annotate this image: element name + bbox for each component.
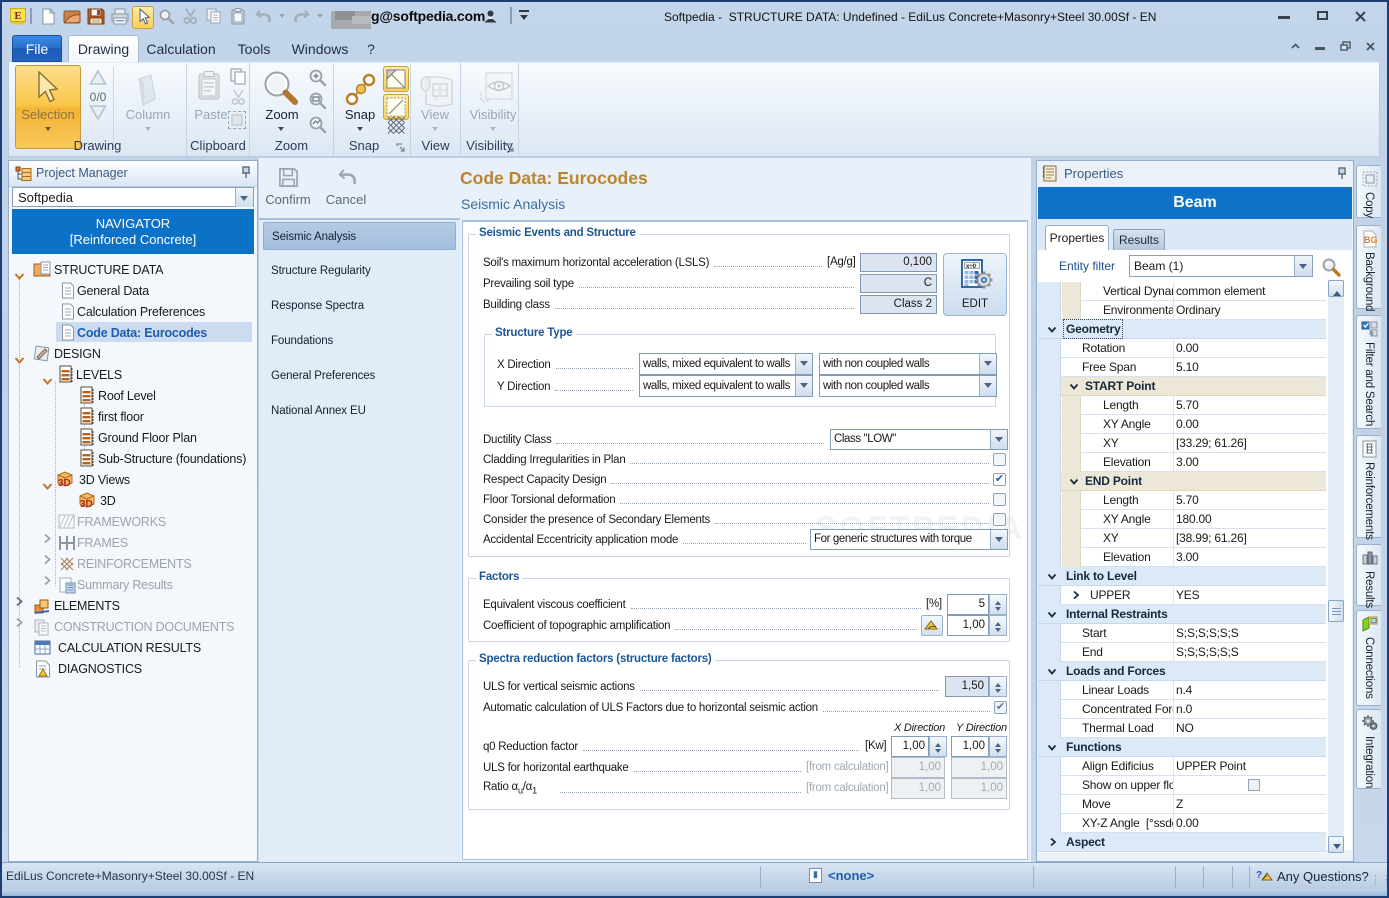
svg-text:x÷0: x÷0 — [966, 264, 977, 270]
svg-text:E: E — [14, 10, 21, 22]
svg-text:BG: BG — [1364, 235, 1378, 245]
svg-text:3D: 3D — [80, 499, 93, 510]
svg-text:3D: 3D — [58, 478, 71, 489]
svg-text:?: ? — [1256, 870, 1262, 881]
